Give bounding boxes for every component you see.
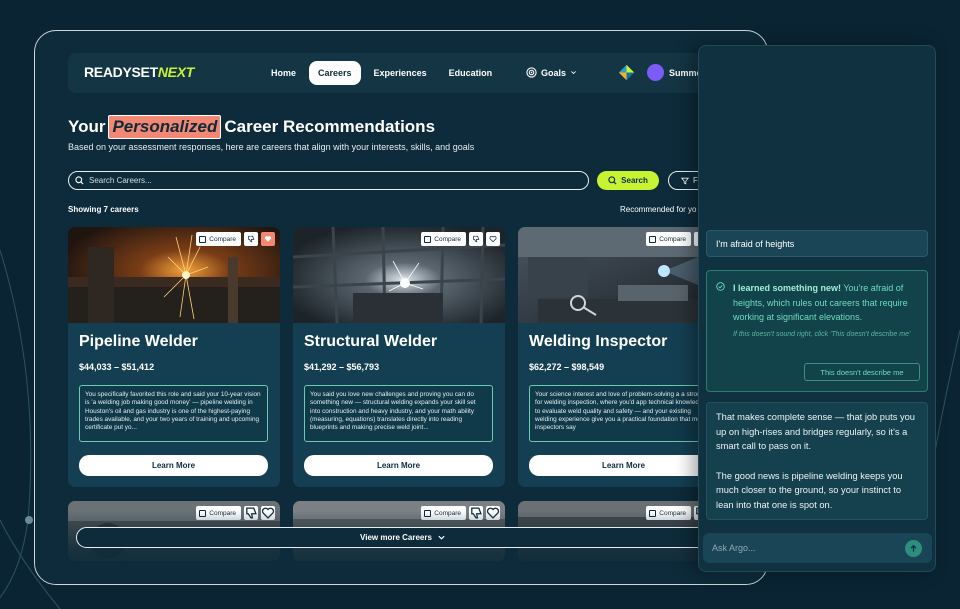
search-button[interactable]: Search (597, 171, 659, 190)
dislike-button[interactable] (469, 232, 483, 246)
send-button[interactable] (905, 540, 922, 557)
goals-menu[interactable]: Goals (526, 67, 577, 78)
compare-checkbox[interactable] (424, 509, 432, 517)
nav-experiences[interactable]: Experiences (365, 61, 436, 85)
favorite-button[interactable] (486, 232, 500, 246)
nav-careers[interactable]: Careers (309, 61, 361, 85)
compare-checkbox[interactable] (649, 509, 657, 517)
search-box (68, 171, 589, 190)
learn-more-button[interactable]: Learn More (529, 455, 718, 476)
user-message: I'm afraid of heights (706, 230, 928, 257)
search-icon (608, 176, 617, 185)
compare-button[interactable]: Compare (646, 506, 691, 520)
career-salary: $41,292 – $56,793 (304, 362, 380, 372)
search-icon (75, 176, 84, 185)
compare-checkbox[interactable] (199, 509, 207, 517)
chat-input[interactable] (712, 543, 892, 553)
career-description: You said you love new challenges and pro… (304, 385, 493, 442)
compare-button[interactable]: Compare (646, 232, 691, 246)
card-actions: Compare (421, 232, 500, 246)
card-actions: Compare (196, 232, 275, 246)
target-icon (526, 67, 537, 78)
page-title: Your Personalized Career Recommendations (68, 115, 435, 139)
nav-home[interactable]: Home (262, 61, 305, 85)
chevron-down-icon (571, 71, 576, 75)
app-window: READYSETNEXT Home Careers Experiences Ed… (34, 30, 768, 585)
chat-panel: I'm afraid of heights I learned somethin… (698, 45, 936, 572)
career-title: Welding Inspector (529, 333, 668, 350)
not-me-button[interactable]: This doesn't describe me (804, 363, 920, 381)
dislike-button[interactable] (244, 506, 258, 520)
nav-education[interactable]: Education (440, 61, 502, 85)
career-salary: $44,033 – $51,412 (79, 362, 155, 372)
arrow-up-icon (910, 544, 917, 552)
heart-icon (264, 236, 272, 242)
dislike-button[interactable] (469, 506, 483, 520)
learned-card: I learned something new! You're afraid o… (706, 270, 928, 392)
nav-links: Home Careers Experiences Education (262, 61, 501, 85)
assistant-message: That makes complete sense — that job put… (706, 402, 928, 520)
chevron-down-icon (438, 535, 445, 540)
search-input[interactable] (89, 176, 569, 185)
sort-dropdown[interactable]: Recommended for yo (620, 205, 696, 214)
heart-icon (489, 235, 497, 243)
learned-note: If this doesn't sound right, click 'This… (733, 331, 911, 338)
filter-icon (681, 177, 689, 184)
thumbs-down-icon (473, 235, 480, 243)
page-subtitle: Based on your assessment responses, here… (68, 142, 475, 152)
logo[interactable]: READYSETNEXT (84, 64, 194, 80)
user-avatar[interactable] (647, 64, 664, 81)
learned-text: I learned something new! You're afraid o… (733, 283, 908, 322)
compare-button[interactable]: Compare (421, 506, 466, 520)
compare-button[interactable]: Compare (196, 232, 241, 246)
diamond-logo-icon[interactable] (618, 64, 635, 81)
learn-more-button[interactable]: Learn More (304, 455, 493, 476)
favorite-button[interactable] (486, 506, 500, 520)
compare-checkbox[interactable] (199, 235, 207, 243)
favorite-button[interactable] (261, 506, 275, 520)
compare-checkbox[interactable] (424, 235, 432, 243)
compare-button[interactable]: Compare (196, 506, 241, 520)
career-card-structural-welder[interactable]: Compare Structural Welder $41,292 – $56,… (293, 227, 505, 487)
compare-button[interactable]: Compare (421, 232, 466, 246)
check-circle-icon (716, 282, 725, 291)
card-actions: Compare (421, 506, 500, 520)
chat-input-box (703, 533, 932, 563)
career-title: Structural Welder (304, 333, 438, 350)
thumbs-down-icon (248, 235, 255, 243)
results-count: Showing 7 careers (68, 205, 139, 214)
learned-title: I learned something new! (733, 283, 842, 293)
career-salary: $62,272 – $98,549 (529, 362, 605, 372)
career-title: Pipeline Welder (79, 333, 198, 350)
career-description: Your science interest and love of proble… (529, 385, 718, 442)
top-nav: READYSETNEXT Home Careers Experiences Ed… (68, 53, 767, 93)
compare-checkbox[interactable] (649, 235, 657, 243)
goals-label: Goals (541, 67, 567, 78)
view-more-button[interactable]: View more Careers (76, 527, 730, 548)
title-highlight: Personalized (108, 115, 222, 139)
learn-more-button[interactable]: Learn More (79, 455, 268, 476)
favorite-button[interactable] (261, 232, 275, 246)
career-card-pipeline-welder[interactable]: Compare Pipeline Welder $44,033 – $51,41… (68, 227, 280, 487)
card-actions: Compare (196, 506, 275, 520)
dislike-button[interactable] (244, 232, 258, 246)
career-description: You specifically favorited this role and… (79, 385, 268, 442)
